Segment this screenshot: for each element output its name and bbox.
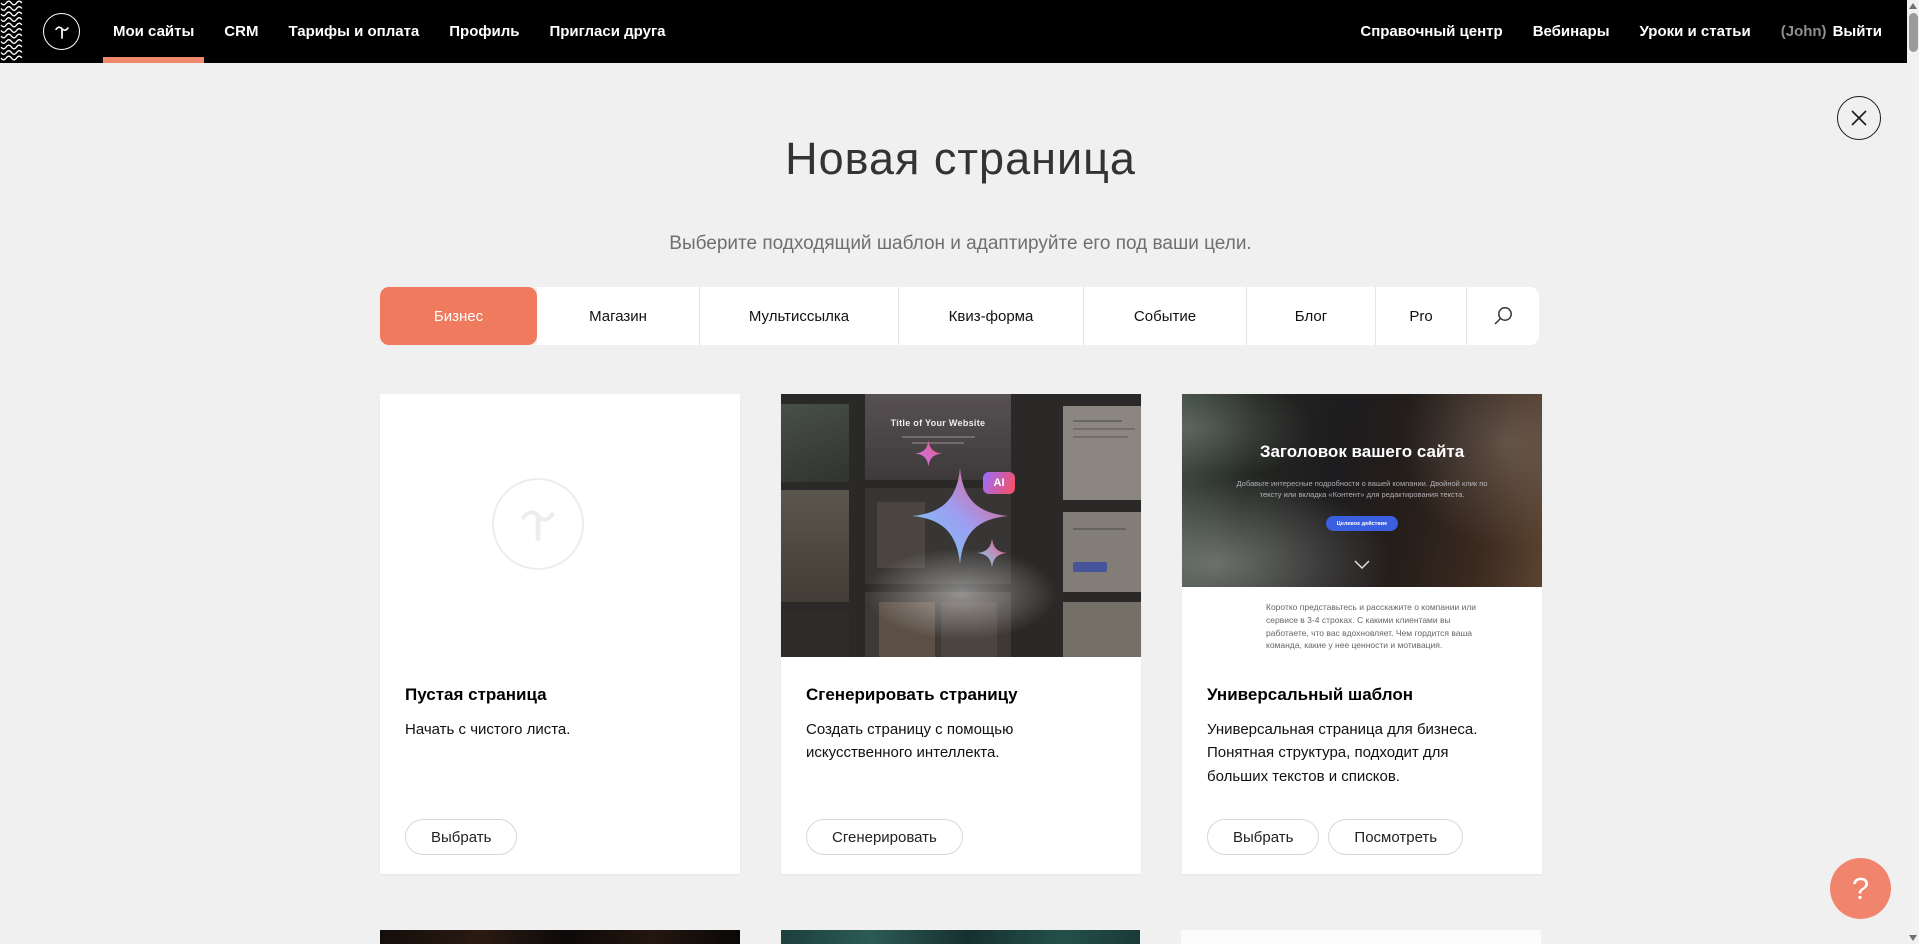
blank-preview xyxy=(380,394,740,657)
close-icon xyxy=(1849,108,1869,128)
nav-label: Справочный центр xyxy=(1360,23,1502,40)
card-description: Начать с чистого листа. xyxy=(405,718,705,741)
nav-item-profile[interactable]: Профиль xyxy=(449,0,519,63)
tab-quiz-form[interactable]: Квиз-форма xyxy=(899,287,1084,345)
nav-item-tariffs[interactable]: Тарифы и оплата xyxy=(288,0,419,63)
template-body-text: Коротко представьтесь и расскажите о ком… xyxy=(1266,601,1478,652)
template-hero-text: Добавьте интересные подробности о вашей … xyxy=(1227,478,1497,501)
nav-item-crm[interactable]: CRM xyxy=(224,0,258,63)
nav-label: CRM xyxy=(224,23,258,40)
card-title: Пустая страница xyxy=(405,685,715,705)
zigzag-decoration xyxy=(0,0,23,63)
tilda-ghost-logo-icon xyxy=(492,478,584,570)
template-card-partial[interactable] xyxy=(1181,930,1541,944)
tab-pro[interactable]: Pro xyxy=(1376,287,1467,345)
nav-item-webinars[interactable]: Вебинары xyxy=(1533,0,1610,63)
page-subtitle: Выберите подходящий шаблон и адаптируйте… xyxy=(380,233,1541,255)
top-navbar: Мои сайты CRM Тарифы и оплата Профиль Пр… xyxy=(0,0,1919,63)
page-title: Новая страница xyxy=(380,133,1541,185)
card-description: Универсальная страница для бизнеса. Поня… xyxy=(1207,718,1507,788)
card-title: Сгенерировать страницу xyxy=(806,685,1116,705)
vertical-scrollbar[interactable] xyxy=(1907,0,1919,944)
universal-preview: Заголовок вашего сайта Добавьте интересн… xyxy=(1182,394,1542,657)
scrollbar-thumb[interactable] xyxy=(1909,13,1918,52)
tab-blog[interactable]: Блог xyxy=(1247,287,1376,345)
view-button[interactable]: Посмотреть xyxy=(1328,819,1463,855)
nav-label: Профиль xyxy=(449,23,519,40)
tab-search[interactable] xyxy=(1467,287,1539,345)
nav-item-invite-friend[interactable]: Пригласи друга xyxy=(549,0,665,63)
tab-shop[interactable]: Магазин xyxy=(537,287,700,345)
collage-site-title: Title of Your Website xyxy=(865,418,1011,428)
nav-label: Уроки и статьи xyxy=(1640,23,1751,40)
template-hero-title: Заголовок вашего сайта xyxy=(1182,442,1542,462)
choose-button[interactable]: Выбрать xyxy=(1207,819,1319,855)
ai-sparkle-small-top-icon xyxy=(915,440,942,467)
logout-label: Выйти xyxy=(1833,23,1882,40)
ai-sparkle-small-bottom-icon xyxy=(977,538,1007,568)
scrollbar-up-arrow-icon[interactable] xyxy=(1909,3,1917,9)
chevron-down-icon xyxy=(1354,560,1370,569)
card-title: Универсальный шаблон xyxy=(1207,685,1517,705)
website-collage: Title of Your Website xyxy=(781,394,1141,657)
tab-multilink[interactable]: Мультиссылка xyxy=(700,287,899,345)
nav-item-my-sites[interactable]: Мои сайты xyxy=(113,0,194,63)
nav-label: Тарифы и оплата xyxy=(288,23,419,40)
tab-event[interactable]: Событие xyxy=(1084,287,1247,345)
close-button[interactable] xyxy=(1837,96,1881,140)
question-mark-icon: ? xyxy=(1852,871,1869,907)
nav-item-lessons[interactable]: Уроки и статьи xyxy=(1640,0,1751,63)
search-icon xyxy=(1492,305,1514,327)
ai-badge: AI xyxy=(983,472,1015,494)
choose-button[interactable]: Выбрать xyxy=(405,819,517,855)
generate-button[interactable]: Сгенерировать xyxy=(806,819,963,855)
secondary-menu: Справочный центр Вебинары Уроки и статьи… xyxy=(1360,0,1882,63)
template-category-tabs: Бизнес Магазин Мультиссылка Квиз-форма С… xyxy=(380,287,1541,345)
nav-label: Вебинары xyxy=(1533,23,1610,40)
user-name: (John) xyxy=(1781,23,1827,40)
nav-item-logout[interactable]: (John) Выйти xyxy=(1781,0,1882,63)
scrollbar-down-arrow-icon[interactable] xyxy=(1909,935,1917,941)
template-card-partial[interactable] xyxy=(781,930,1141,944)
card-description: Создать страницу с помощью искусственног… xyxy=(806,718,1106,765)
template-hero-button: Целевое действие xyxy=(1326,516,1398,531)
template-card-ai-generate[interactable]: Title of Your Website xyxy=(781,394,1141,874)
main-menu: Мои сайты CRM Тарифы и оплата Профиль Пр… xyxy=(113,0,696,63)
nav-label: Мои сайты xyxy=(113,23,194,40)
active-nav-underline xyxy=(103,57,204,63)
nav-item-help-center[interactable]: Справочный центр xyxy=(1360,0,1502,63)
template-cards: Пустая страница Начать с чистого листа. … xyxy=(380,394,1541,874)
template-cards-row-2 xyxy=(380,930,1541,944)
template-card-universal[interactable]: Заголовок вашего сайта Добавьте интересн… xyxy=(1182,394,1542,874)
nav-label: Пригласи друга xyxy=(549,23,665,40)
help-button[interactable]: ? xyxy=(1830,858,1891,919)
template-card-partial[interactable] xyxy=(380,930,740,944)
template-card-blank[interactable]: Пустая страница Начать с чистого листа. … xyxy=(380,394,740,874)
ai-preview: Title of Your Website xyxy=(781,394,1141,657)
tab-business[interactable]: Бизнес xyxy=(380,287,537,345)
tilda-logo[interactable] xyxy=(43,13,80,50)
template-hero: Заголовок вашего сайта Добавьте интересн… xyxy=(1182,394,1542,587)
